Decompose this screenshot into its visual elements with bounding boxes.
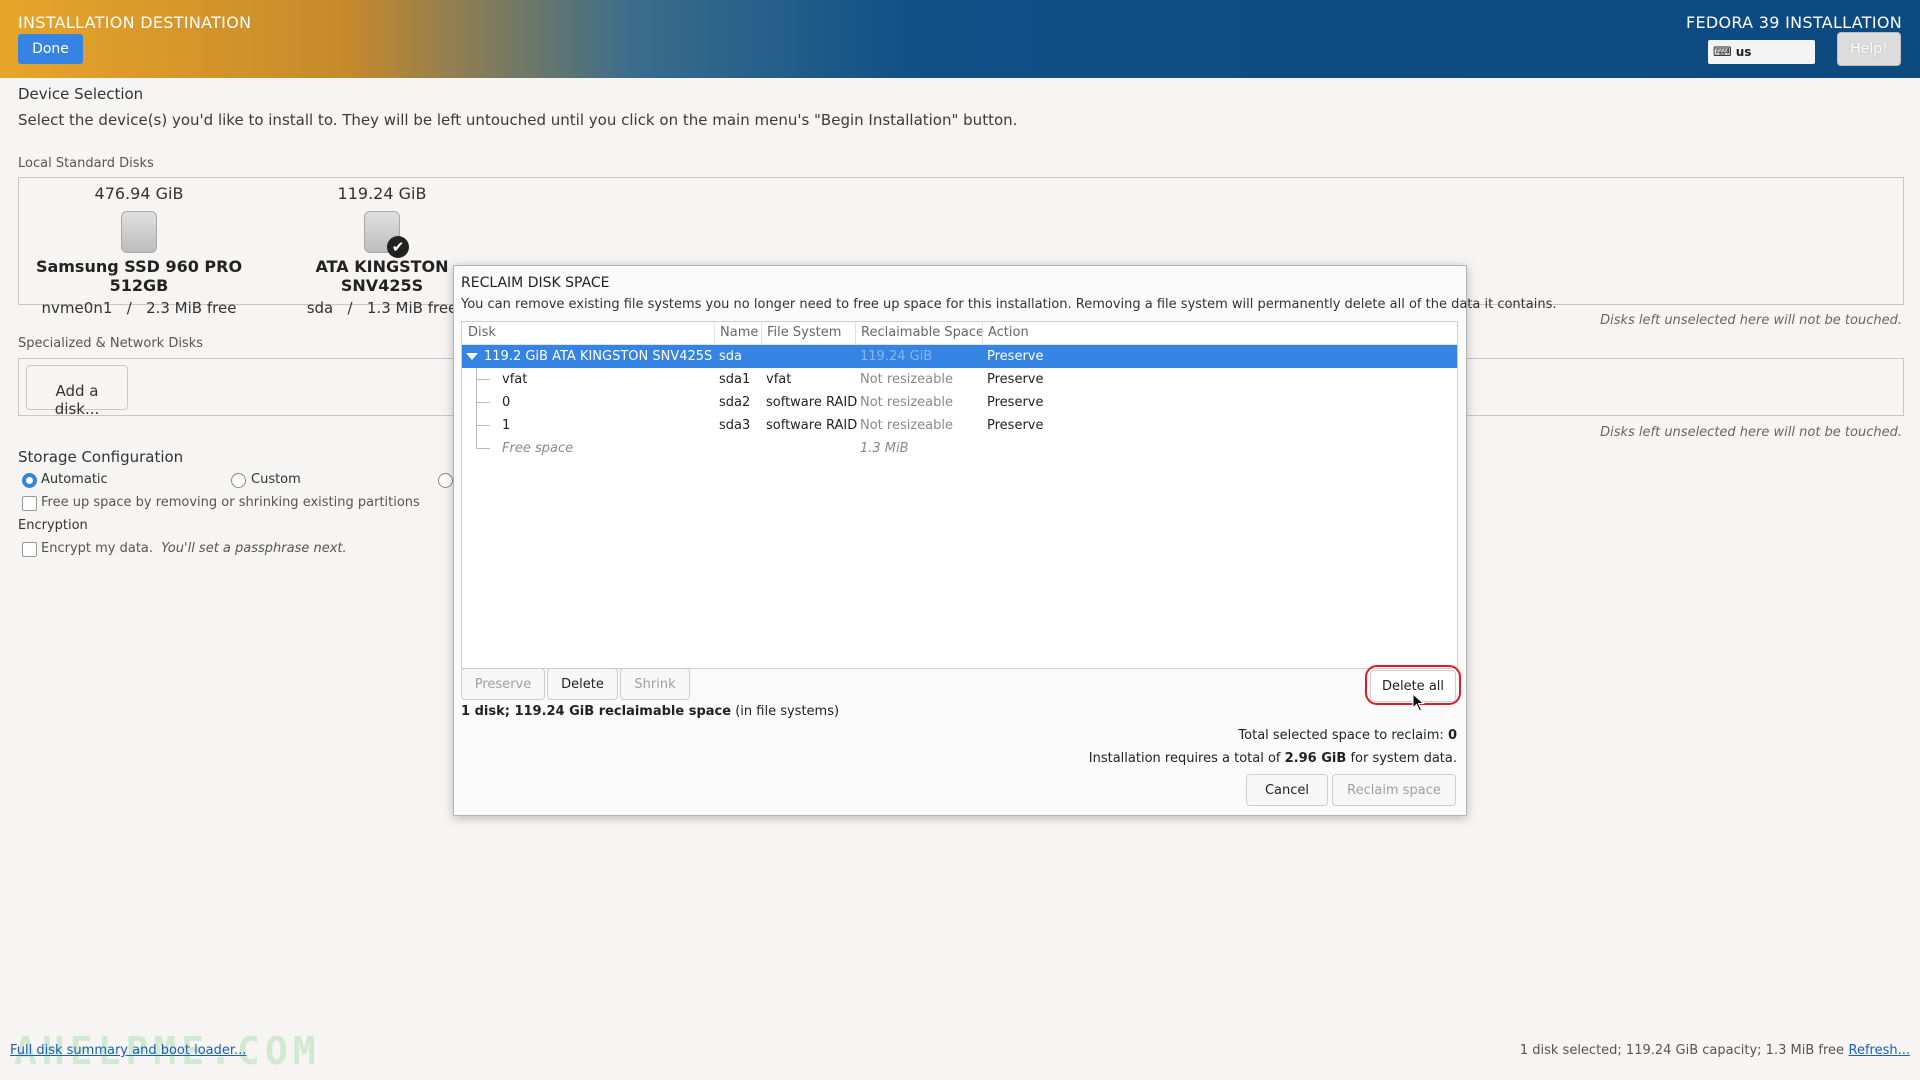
- custom-label: Custom: [251, 472, 301, 487]
- tree-header: Disk Name File System Reclaimable Space …: [462, 322, 1457, 345]
- disk-details: nvme0n1 / 2.3 MiB free: [41, 299, 237, 317]
- column-reclaimable-space[interactable]: Reclaimable Space: [861, 325, 984, 340]
- total-selected-text: Total selected space to reclaim: 0: [1238, 728, 1457, 743]
- dialog-title: RECLAIM DISK SPACE: [461, 275, 610, 291]
- disk-name: Samsung SSD 960 PRO 512GB: [35, 257, 243, 295]
- network-disks-note: Disks left unselected here will not be t…: [1600, 425, 1902, 440]
- add-disk-button[interactable]: Add a disk...: [26, 365, 128, 418]
- mouse-cursor-icon: [1412, 693, 1425, 712]
- advanced-radio[interactable]: [438, 473, 453, 488]
- install-requirement-text: Installation requires a total of 2.96 Gi…: [1088, 751, 1457, 766]
- storage-config-heading: Storage Configuration: [18, 448, 184, 466]
- reclaim-summary: 1 disk; 119.24 GiB reclaimable space (in…: [461, 704, 840, 719]
- reclaim-disk-space-dialog: RECLAIM DISK SPACE You can remove existi…: [453, 265, 1557, 816]
- tree-row-disk[interactable]: 119.2 GiB ATA KINGSTON SNV425S sda 119.2…: [462, 345, 1457, 368]
- hard-disk-icon: ✔: [364, 211, 409, 258]
- column-disk[interactable]: Disk: [468, 325, 496, 340]
- keyboard-layout-label: us: [1735, 45, 1752, 59]
- custom-radio[interactable]: [231, 473, 246, 488]
- tree-row-partition[interactable]: 1 sda3 software RAID Not resizeable Pres…: [462, 414, 1457, 437]
- network-disks-heading: Specialized & Network Disks: [18, 336, 204, 351]
- tree-row-partition[interactable]: vfat sda1 vfat Not resizeable Preserve: [462, 368, 1457, 391]
- disk-size: 119.24 GiB: [337, 184, 427, 203]
- keyboard-icon: ⌨: [1713, 44, 1732, 60]
- column-name[interactable]: Name: [720, 325, 758, 340]
- free-up-space-label: Free up space by removing or shrinking e…: [41, 495, 420, 510]
- column-action[interactable]: Action: [988, 325, 1029, 340]
- tree-row-partition[interactable]: 0 sda2 software RAID Not resizeable Pres…: [462, 391, 1457, 414]
- cancel-button[interactable]: Cancel: [1246, 774, 1328, 806]
- shrink-button[interactable]: Shrink: [620, 668, 690, 700]
- encrypt-hint: You'll set a passphrase next.: [161, 541, 347, 556]
- product-title: FEDORA 39 INSTALLATION: [1685, 13, 1902, 32]
- selected-check-icon: ✔: [387, 236, 409, 258]
- free-up-space-checkbox[interactable]: [22, 496, 37, 511]
- disk-size: 476.94 GiB: [94, 184, 184, 203]
- encrypt-label: Encrypt my data. You'll set a passphrase…: [41, 541, 347, 556]
- hard-disk-icon: [121, 211, 157, 253]
- dialog-description: You can remove existing file systems you…: [461, 297, 1557, 312]
- column-file-system[interactable]: File System: [767, 325, 841, 340]
- expander-arrow-icon[interactable]: [466, 353, 478, 360]
- automatic-label: Automatic: [41, 472, 108, 487]
- disk-summary-link[interactable]: Full disk summary and boot loader...: [10, 1043, 246, 1058]
- encrypt-checkbox[interactable]: [22, 542, 37, 557]
- device-selection-heading: Device Selection: [18, 85, 144, 103]
- automatic-radio[interactable]: [22, 473, 37, 488]
- disk-samsung[interactable]: 476.94 GiB Samsung SSD 960 PRO 512GB nvm…: [24, 184, 254, 317]
- local-disks-heading: Local Standard Disks: [18, 156, 154, 171]
- help-button[interactable]: Help!: [1837, 32, 1901, 66]
- encryption-heading: Encryption: [18, 518, 88, 533]
- keyboard-layout-indicator[interactable]: ⌨ us: [1708, 40, 1815, 64]
- reclaim-space-button[interactable]: Reclaim space: [1332, 774, 1456, 806]
- disk-details: sda / 1.3 MiB free: [306, 299, 458, 317]
- total-selected-value: 0: [1447, 728, 1457, 743]
- header-bar: INSTALLATION DESTINATION Done FEDORA 39 …: [0, 0, 1920, 78]
- done-button[interactable]: Done: [18, 34, 83, 64]
- tree-row-free-space[interactable]: Free space 1.3 MiB: [462, 437, 1457, 460]
- install-requirement-value: 2.96 GiB: [1284, 751, 1347, 766]
- delete-button[interactable]: Delete: [547, 668, 618, 700]
- disk-kingston[interactable]: 119.24 GiB ✔ ATA KINGSTON SNV425S sda / …: [282, 184, 482, 317]
- device-selection-instructions: Select the device(s) you'd like to insta…: [18, 111, 1018, 129]
- footer-status: 1 disk selected; 119.24 GiB capacity; 1.…: [1519, 1043, 1844, 1058]
- page-title: INSTALLATION DESTINATION: [18, 13, 252, 32]
- refresh-link[interactable]: Refresh...: [1849, 1043, 1911, 1058]
- preserve-button[interactable]: Preserve: [461, 668, 545, 700]
- local-disks-note: Disks left unselected here will not be t…: [1600, 313, 1902, 328]
- partition-tree[interactable]: Disk Name File System Reclaimable Space …: [461, 321, 1458, 669]
- disk-name: ATA KINGSTON SNV425S: [315, 257, 449, 295]
